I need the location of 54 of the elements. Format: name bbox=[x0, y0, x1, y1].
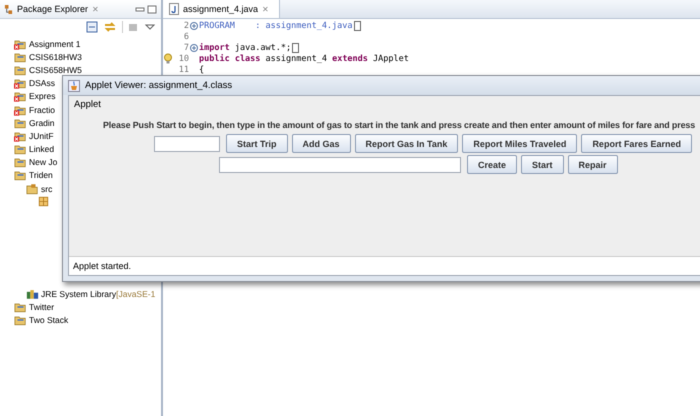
window-title: Applet Viewer: assignment_4.class bbox=[85, 80, 232, 91]
applet-button[interactable]: Repair bbox=[568, 155, 618, 174]
expand-plus-icon[interactable] bbox=[190, 44, 198, 52]
editor-tab[interactable]: assignment_4.java ✕ bbox=[163, 0, 280, 18]
link-arrows-icon[interactable] bbox=[103, 21, 117, 33]
collapse-all-icon[interactable] bbox=[86, 21, 98, 33]
line-number: 10 bbox=[178, 54, 189, 64]
applet-button[interactable]: Add Gas bbox=[292, 134, 351, 153]
tree-item-label[interactable]: CSIS658HW5 bbox=[29, 64, 82, 75]
package-icon bbox=[38, 196, 49, 208]
folded-code-marker[interactable] bbox=[292, 42, 300, 52]
tree-item-label[interactable]: JRE System Library[JavaSE-1 bbox=[41, 289, 156, 300]
line-number: 7 bbox=[182, 42, 189, 52]
tree-item-label[interactable]: Expres bbox=[29, 91, 56, 102]
applet-button[interactable]: Report Fares Earned bbox=[581, 134, 692, 153]
package-explorer-icon bbox=[4, 4, 13, 14]
input-field[interactable] bbox=[219, 156, 461, 172]
applet-button[interactable]: Start Trip bbox=[226, 134, 288, 153]
code-line: public class assignment_4 extends JApplet bbox=[199, 54, 409, 64]
maximize-icon[interactable] bbox=[147, 4, 157, 14]
status-text: Applet started. bbox=[73, 261, 132, 271]
applet-button[interactable]: Create bbox=[467, 155, 518, 174]
folded-code-marker[interactable] bbox=[354, 20, 361, 30]
applet-menu[interactable]: Applet bbox=[74, 99, 101, 110]
line-number: 2 bbox=[182, 20, 189, 30]
java-file-icon bbox=[169, 3, 179, 15]
applet-button[interactable]: Start bbox=[521, 155, 564, 174]
tree-item-label[interactable]: src bbox=[41, 184, 52, 194]
java-cup-icon bbox=[68, 80, 80, 92]
tree-item-label[interactable]: Twitter bbox=[29, 302, 54, 312]
line-number: 11 bbox=[178, 64, 189, 74]
tree-item-label[interactable]: DSAss bbox=[29, 78, 55, 88]
code-line: PROGRAM : assignment_4.java bbox=[199, 20, 353, 30]
code-line: { bbox=[199, 64, 204, 74]
tree-item-label[interactable]: New Jo bbox=[29, 157, 58, 168]
tree-item-label[interactable]: Fractio bbox=[29, 104, 55, 115]
code-line: import java.awt.*; bbox=[199, 42, 292, 52]
source-folder-icon bbox=[26, 182, 39, 195]
line-number: 6 bbox=[182, 32, 189, 42]
tree-item-label[interactable]: Assignment 1 bbox=[29, 38, 80, 49]
minimize-icon[interactable] bbox=[135, 4, 145, 14]
applet-button[interactable]: Report Gas In Tank bbox=[354, 134, 458, 153]
instructions-text: Please Push Start to begin, then type in the amount of gas to start in the tank and press create and then enter amount of miles for fare and press bbox=[103, 120, 696, 130]
tree-item-label[interactable]: JUnitF bbox=[29, 130, 54, 141]
tree-item-label[interactable]: Two Stack bbox=[29, 315, 68, 326]
expand-plus-icon[interactable] bbox=[190, 22, 198, 30]
tree-item-label[interactable]: Triden bbox=[29, 170, 53, 180]
tree-item-label[interactable]: Linked bbox=[29, 144, 54, 154]
tree-item-label[interactable]: CSIS618HW3 bbox=[29, 52, 82, 62]
tree-item-label[interactable]: Gradin bbox=[29, 118, 55, 128]
dropdown-caret-icon[interactable] bbox=[145, 23, 155, 31]
input-field[interactable] bbox=[154, 136, 220, 152]
applet-button[interactable]: Report Miles Traveled bbox=[462, 134, 578, 153]
library-books-icon bbox=[26, 288, 39, 300]
